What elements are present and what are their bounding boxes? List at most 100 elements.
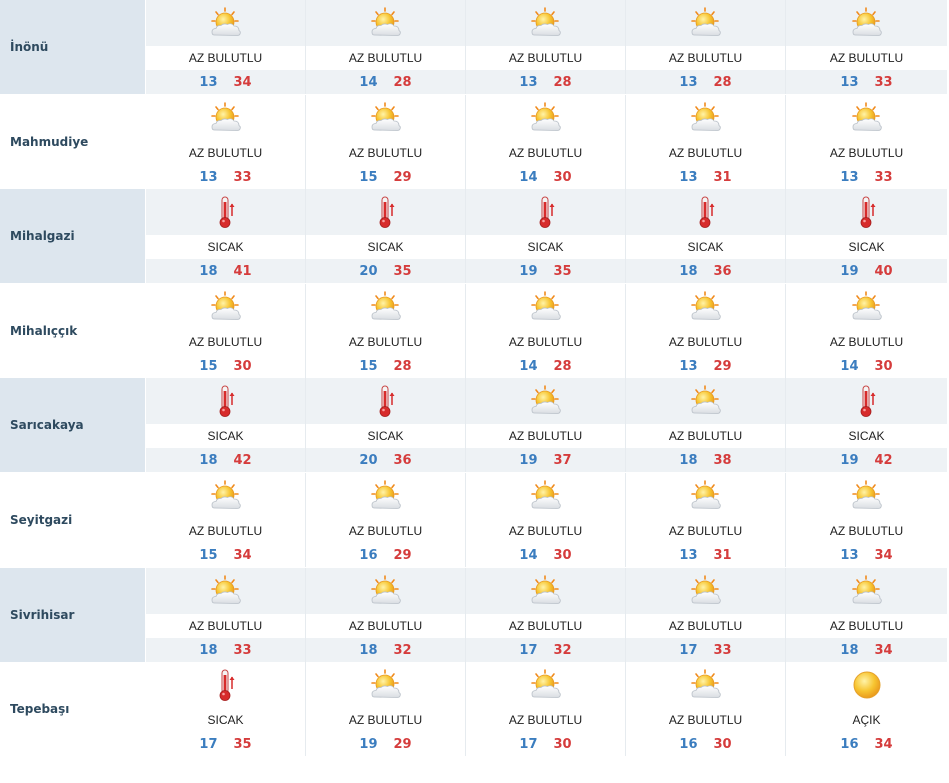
min-temp: 20	[359, 452, 378, 468]
forecast-day-cell: AÇIK 16 34	[786, 662, 947, 756]
max-temp: 37	[553, 452, 572, 468]
max-temp: 34	[874, 736, 893, 752]
forecast-day-cell: AZ BULUTLU 15 30	[146, 284, 306, 378]
condition-label: AZ BULUTLU	[306, 46, 465, 70]
max-temp: 28	[713, 74, 732, 90]
temperature-range: 13 34	[146, 70, 305, 94]
weather-icon-area	[466, 378, 625, 424]
temperature-range: 13 31	[626, 543, 785, 567]
temperature-range: 17 35	[146, 732, 305, 756]
weather-icon-area	[466, 568, 625, 614]
max-temp: 29	[393, 736, 412, 752]
partly-cloudy-icon	[849, 101, 885, 135]
min-temp: 15	[359, 169, 378, 185]
partly-cloudy-icon	[528, 101, 564, 135]
condition-label: AZ BULUTLU	[466, 46, 625, 70]
max-temp: 31	[713, 547, 732, 563]
temperature-range: 16 30	[626, 732, 785, 756]
max-temp: 36	[393, 452, 412, 468]
temperature-range: 19 37	[466, 448, 625, 472]
location-cell: Tepebaşı	[0, 662, 146, 756]
forecast-day-cell: AZ BULUTLU 18 33	[146, 568, 306, 662]
max-temp: 28	[393, 74, 412, 90]
thermometer-hot-icon	[214, 194, 238, 230]
weather-icon-area	[306, 0, 465, 46]
forecast-day-cell: AZ BULUTLU 15 29	[306, 95, 466, 189]
thermometer-hot-icon	[534, 194, 558, 230]
condition-label: AZ BULUTLU	[306, 330, 465, 354]
min-temp: 18	[359, 642, 378, 658]
temperature-range: 14 28	[466, 354, 625, 378]
condition-label: AZ BULUTLU	[466, 141, 625, 165]
temperature-range: 18 33	[146, 638, 305, 662]
condition-label: AZ BULUTLU	[146, 614, 305, 638]
weather-icon-area	[146, 568, 305, 614]
weather-icon-area	[466, 662, 625, 708]
min-temp: 14	[359, 74, 378, 90]
min-temp: 18	[199, 263, 218, 279]
temperature-range: 13 28	[626, 70, 785, 94]
min-temp: 17	[199, 736, 218, 752]
max-temp: 35	[393, 263, 412, 279]
location-name: İnönü	[10, 40, 49, 54]
max-temp: 32	[553, 642, 572, 658]
partly-cloudy-icon	[688, 479, 724, 513]
weather-icon-area	[146, 189, 305, 235]
weather-icon-area	[626, 378, 785, 424]
temperature-range: 15 34	[146, 543, 305, 567]
temperature-range: 14 30	[466, 165, 625, 189]
temperature-range: 13 33	[146, 165, 305, 189]
forecast-day-cell: AZ BULUTLU 16 30	[626, 662, 786, 756]
temperature-range: 19 29	[306, 732, 465, 756]
location-name: Sivrihisar	[10, 608, 75, 622]
max-temp: 42	[874, 452, 893, 468]
weather-icon-area	[626, 189, 785, 235]
max-temp: 41	[233, 263, 252, 279]
condition-label: AZ BULUTLU	[466, 614, 625, 638]
temperature-range: 18 42	[146, 448, 305, 472]
forecast-day-cell: AZ BULUTLU 19 37	[466, 378, 626, 472]
partly-cloudy-icon	[368, 479, 404, 513]
forecast-day-cell: AZ BULUTLU 13 31	[626, 95, 786, 189]
forecast-day-cell: SICAK 18 41	[146, 189, 306, 283]
location-cell: Sivrihisar	[0, 568, 146, 662]
weather-icon-area	[146, 378, 305, 424]
max-temp: 33	[233, 642, 252, 658]
max-temp: 30	[713, 736, 732, 752]
condition-label: AZ BULUTLU	[146, 141, 305, 165]
weather-icon-area	[306, 378, 465, 424]
partly-cloudy-icon	[849, 6, 885, 40]
max-temp: 28	[553, 74, 572, 90]
temperature-range: 18 34	[786, 638, 947, 662]
thermometer-hot-icon	[214, 667, 238, 703]
location-cell: Mihalıççık	[0, 284, 146, 378]
partly-cloudy-icon	[368, 290, 404, 324]
condition-label: AÇIK	[786, 708, 947, 732]
weather-icon-area	[626, 473, 785, 519]
forecast-day-cell: AZ BULUTLU 14 30	[466, 473, 626, 567]
max-temp: 34	[874, 642, 893, 658]
forecast-day-cell: SICAK 17 35	[146, 662, 306, 756]
partly-cloudy-icon	[368, 101, 404, 135]
thermometer-hot-icon	[855, 383, 879, 419]
temperature-range: 13 31	[626, 165, 785, 189]
forecast-day-cell: AZ BULUTLU 17 33	[626, 568, 786, 662]
condition-label: AZ BULUTLU	[626, 708, 785, 732]
partly-cloudy-icon	[368, 668, 404, 702]
forecast-day-cell: AZ BULUTLU 15 28	[306, 284, 466, 378]
temperature-range: 20 35	[306, 259, 465, 283]
condition-label: SICAK	[786, 235, 947, 259]
condition-label: AZ BULUTLU	[466, 519, 625, 543]
min-temp: 19	[840, 263, 859, 279]
temperature-range: 15 29	[306, 165, 465, 189]
forecast-day-cell: AZ BULUTLU 13 34	[146, 0, 306, 94]
min-temp: 13	[679, 169, 698, 185]
min-temp: 13	[840, 169, 859, 185]
partly-cloudy-icon	[208, 6, 244, 40]
weather-icon-area	[786, 662, 947, 708]
weather-icon-area	[306, 473, 465, 519]
condition-label: AZ BULUTLU	[306, 519, 465, 543]
min-temp: 18	[840, 642, 859, 658]
min-temp: 19	[840, 452, 859, 468]
condition-label: SICAK	[786, 424, 947, 448]
